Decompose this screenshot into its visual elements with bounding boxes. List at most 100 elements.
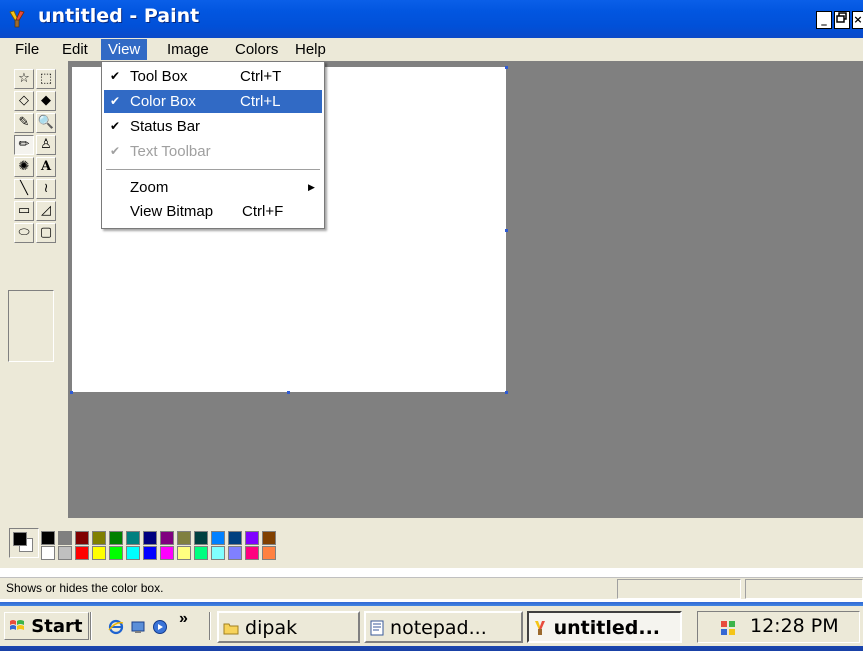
color-swatch[interactable] (58, 546, 72, 560)
folder-icon (223, 623, 239, 635)
quicklaunch-divider (90, 612, 92, 640)
color-swatch[interactable] (126, 546, 140, 560)
color-swatch[interactable] (160, 531, 174, 545)
color-swatch[interactable] (245, 531, 259, 545)
resize-handle-top-right (505, 66, 508, 69)
view-menu-item-tool-box[interactable]: ✔ Tool Box Ctrl+T (104, 65, 322, 88)
color-swatch[interactable] (41, 531, 55, 545)
magnifier-icon: 🔍 (37, 115, 55, 130)
status-panel-size (745, 579, 863, 599)
color-swatch[interactable] (92, 531, 106, 545)
color-swatch[interactable] (194, 546, 208, 560)
color-swatch[interactable] (228, 531, 242, 545)
resize-handle-bottom-right[interactable] (505, 391, 508, 394)
tool-options-box[interactable] (8, 290, 54, 362)
internet-explorer-icon[interactable] (108, 619, 124, 635)
brush-tool[interactable]: ♙ (36, 135, 56, 155)
color-swatch[interactable] (194, 531, 208, 545)
line-icon: ╲ (20, 181, 28, 196)
color-swatch[interactable] (75, 546, 89, 560)
free-form-select-icon: ☆ (18, 71, 30, 86)
paint-icon (535, 621, 545, 635)
taskbar-divider (209, 612, 211, 640)
line-tool[interactable]: ╲ (14, 179, 34, 199)
rectangle-tool[interactable]: ▭ (14, 201, 34, 221)
fill-tool[interactable]: ◆ (36, 91, 56, 111)
color-swatch[interactable] (160, 546, 174, 560)
show-desktop-icon[interactable] (130, 619, 146, 635)
resize-handle-bottom[interactable] (287, 391, 290, 394)
view-menu-item-status-bar[interactable]: ✔ Status Bar (104, 115, 322, 138)
menu-colors[interactable]: Colors (228, 39, 285, 60)
menu-image[interactable]: Image (160, 39, 216, 60)
system-tray: 12:28 PM (697, 611, 860, 643)
close-button[interactable]: × (852, 11, 863, 29)
clock[interactable]: 12:28 PM (750, 615, 839, 637)
pencil-tool[interactable]: ✏ (14, 135, 34, 155)
rounded-rectangle-tool[interactable]: ▢ (36, 223, 56, 243)
brush-icon: ♙ (40, 137, 52, 152)
tool-box: ☆ ⬚ ◇ ◆ ✎ 🔍 ✏ ♙ ✺ A ╲ ≀ ▭ ◿ ⬭ ▢ (6, 65, 62, 365)
view-menu-item-color-box[interactable]: ✔ Color Box Ctrl+L (104, 90, 322, 113)
eraser-icon: ◇ (19, 93, 29, 108)
color-swatch[interactable] (177, 531, 191, 545)
paint-app-icon[interactable] (6, 8, 28, 30)
color-swatch[interactable] (126, 531, 140, 545)
task-label: untitled... (553, 617, 661, 639)
title-bar[interactable]: untitled - Paint _ × (0, 0, 863, 38)
color-swatch[interactable] (92, 546, 106, 560)
menu-help[interactable]: Help (288, 39, 333, 60)
menu-file[interactable]: File (8, 39, 46, 60)
color-swatch[interactable] (109, 531, 123, 545)
airbrush-tool[interactable]: ✺ (14, 157, 34, 177)
color-swatch[interactable] (143, 531, 157, 545)
menu-bar: File Edit View Image Colors Help (0, 38, 863, 61)
view-menu-item-zoom[interactable]: Zoom ▶ (104, 176, 322, 199)
task-button-notepad[interactable]: notepad... (364, 611, 523, 643)
view-menu-item-view-bitmap[interactable]: View Bitmap Ctrl+F (104, 200, 322, 223)
task-button-untitled[interactable]: untitled... (527, 611, 682, 643)
color-swatch[interactable] (109, 546, 123, 560)
pick-color-tool[interactable]: ✎ (14, 113, 34, 133)
start-button[interactable]: Start (4, 612, 90, 640)
menu-item-label: View Bitmap (130, 203, 214, 220)
check-icon: ✔ (110, 69, 121, 83)
view-menu-item-text-toolbar[interactable]: ✔ Text Toolbar (104, 140, 322, 163)
color-swatch[interactable] (245, 546, 259, 560)
foreground-color-swatch[interactable] (13, 532, 27, 546)
select-tool[interactable]: ⬚ (36, 69, 56, 89)
ellipse-tool[interactable]: ⬭ (14, 223, 34, 243)
magnifier-tool[interactable]: 🔍 (36, 113, 56, 133)
text-tool[interactable]: A (36, 157, 56, 177)
task-button-dipak[interactable]: dipak (217, 611, 360, 643)
color-swatch[interactable] (143, 546, 157, 560)
restore-button[interactable] (834, 11, 850, 29)
curve-tool[interactable]: ≀ (36, 179, 56, 199)
window-title: untitled - Paint (38, 5, 200, 27)
menu-edit[interactable]: Edit (55, 39, 95, 60)
eraser-tool[interactable]: ◇ (14, 91, 34, 111)
color-swatch[interactable] (228, 546, 242, 560)
network-tray-icon[interactable] (720, 620, 736, 636)
restore-icon (836, 12, 847, 23)
color-swatch[interactable] (75, 531, 89, 545)
submenu-arrow-icon: ▶ (308, 182, 315, 192)
current-colors[interactable] (9, 528, 39, 558)
color-swatch[interactable] (211, 531, 225, 545)
minimize-button[interactable]: _ (816, 11, 832, 29)
quicklaunch-more-button[interactable]: » (179, 610, 188, 628)
resize-handle-right[interactable] (505, 229, 508, 232)
color-swatch[interactable] (262, 546, 276, 560)
color-swatch[interactable] (211, 546, 225, 560)
color-swatch[interactable] (41, 546, 55, 560)
media-player-icon[interactable] (152, 619, 168, 635)
color-swatch[interactable] (262, 531, 276, 545)
text-icon: A (40, 159, 52, 174)
menu-view[interactable]: View (101, 39, 148, 60)
color-swatch[interactable] (58, 531, 72, 545)
status-panel-position (617, 579, 741, 599)
free-form-select-tool[interactable]: ☆ (14, 69, 34, 89)
task-label: notepad... (390, 617, 487, 639)
color-swatch[interactable] (177, 546, 191, 560)
polygon-tool[interactable]: ◿ (36, 201, 56, 221)
